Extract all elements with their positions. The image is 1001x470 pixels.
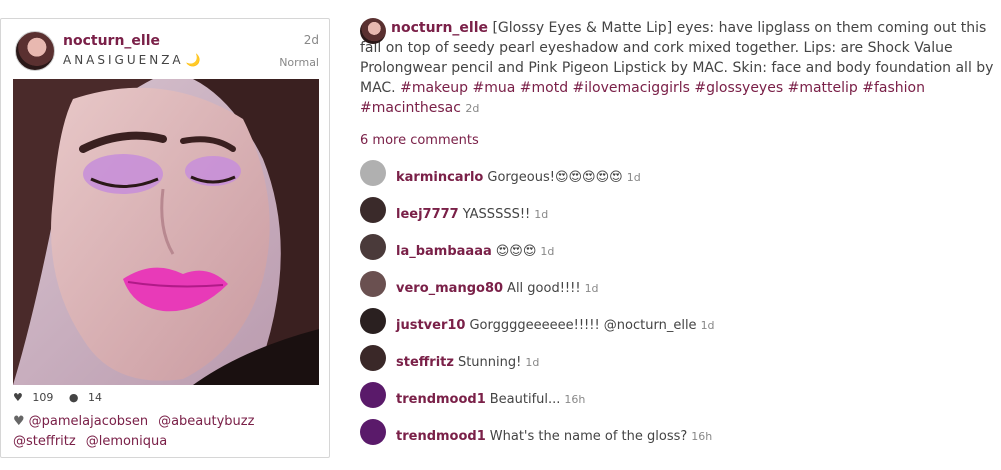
comment-time: 1d — [534, 208, 549, 221]
post-header: nocturn_elle ANASIGUENZA 🌙 2d Normal — [13, 29, 319, 73]
comment-item: leej7777 YASSSSS!! 1d — [360, 195, 996, 232]
caption-short-text: ANASIGUENZA — [63, 53, 184, 67]
comment-item: justver10 Gorggggeeeeee!!!!! @nocturn_ell… — [360, 306, 996, 343]
comment-text: What's the name of the gloss? — [489, 429, 688, 444]
heart-icon: ♥ — [13, 414, 25, 429]
hashtag-link[interactable]: #fashion — [862, 80, 925, 96]
avatar[interactable] — [360, 419, 386, 445]
avatar[interactable] — [360, 271, 386, 297]
likes-stat[interactable]: ♥ 109 — [13, 391, 59, 404]
post-caption-short: ANASIGUENZA 🌙 — [63, 53, 201, 67]
moon-icon: 🌙 — [185, 53, 201, 67]
comment-username[interactable]: trendmood1 — [396, 429, 486, 444]
comment-time: 1d — [540, 245, 555, 258]
comment-item: la_bambaaaa 😍😍😍 1d — [360, 232, 996, 269]
comment-time: 1d — [626, 171, 641, 184]
avatar[interactable] — [360, 382, 386, 408]
comment-text: Gorggggeeeeee!!!!! @nocturn_elle — [469, 318, 697, 333]
avatar[interactable] — [360, 234, 386, 260]
comment-text: 😍😍😍 — [495, 244, 537, 259]
comment-time: 1d — [584, 282, 599, 295]
comment-item: vero_mango80 All good!!!! 1d — [360, 269, 996, 306]
comment-username[interactable]: leej7777 — [396, 207, 459, 222]
tagged-user-link[interactable]: @lemoniqua — [86, 434, 168, 449]
comment-time: 1d — [525, 356, 540, 369]
comment-text: All good!!!! — [507, 281, 581, 296]
comment-item: trendmood1 What's the name of the gloss? 1… — [360, 417, 996, 454]
comment-item: trendmood1 Beautiful... 16h — [360, 380, 996, 417]
comments-count: 14 — [87, 391, 102, 404]
comments-panel: nocturn_elle [Glossy Eyes & Matte Lip] e… — [360, 18, 996, 454]
caption-time: 2d — [465, 102, 480, 115]
comment-time: 1d — [700, 319, 715, 332]
comment-text: Gorgeous!😍😍😍😍😍 — [487, 170, 623, 185]
comment-username[interactable]: karmincarlo — [396, 170, 483, 185]
hashtag-link[interactable]: #makeup — [400, 80, 468, 96]
post-time: 2d — [303, 33, 319, 47]
avatar[interactable] — [360, 308, 386, 334]
heart-icon: ♥ — [13, 391, 23, 404]
hashtag-link[interactable]: #mua — [472, 80, 515, 96]
portrait-image — [13, 79, 319, 385]
tagged-user-link[interactable]: @abeautybuzz — [158, 414, 254, 429]
comment-username[interactable]: trendmood1 — [396, 392, 486, 407]
tagged-user-link[interactable]: @steffritz — [13, 434, 76, 449]
likes-count: 109 — [32, 391, 54, 404]
comments-stat[interactable]: ● 14 — [69, 391, 108, 404]
avatar[interactable] — [15, 31, 55, 71]
hashtag-link[interactable]: #motd — [520, 80, 568, 96]
comment-time: 16h — [564, 393, 586, 406]
hashtag-link[interactable]: #ilovemaciggirls — [573, 80, 690, 96]
hashtag-link[interactable]: #macinthesac — [360, 100, 461, 116]
comment-bubble-icon: ● — [68, 391, 79, 404]
comment-text: Beautiful... — [489, 392, 561, 407]
post-photo[interactable] — [13, 79, 319, 385]
comment-username[interactable]: vero_mango80 — [396, 281, 503, 296]
comment-text: Stunning! — [457, 355, 522, 370]
hashtag-link[interactable]: #mattelip — [788, 80, 858, 96]
comment-username[interactable]: la_bambaaaa — [396, 244, 492, 259]
comment-item: steffritz Stunning! 1d — [360, 343, 996, 380]
comment-username[interactable]: steffritz — [396, 355, 454, 370]
comment-text: YASSSSS!! — [462, 207, 531, 222]
avatar[interactable] — [360, 160, 386, 186]
caption-block: nocturn_elle [Glossy Eyes & Matte Lip] e… — [360, 18, 996, 119]
comment-username[interactable]: justver10 — [396, 318, 465, 333]
avatar[interactable] — [360, 18, 386, 44]
caption-username[interactable]: nocturn_elle — [391, 20, 488, 36]
avatar[interactable] — [360, 345, 386, 371]
post-username[interactable]: nocturn_elle — [63, 33, 160, 49]
tagged-user-link[interactable]: @pamelajacobsen — [29, 414, 148, 429]
post-card: nocturn_elle ANASIGUENZA 🌙 2d Normal ♥ 1… — [0, 18, 330, 458]
comment-time: 16h — [691, 430, 713, 443]
comment-item: karmincarlo Gorgeous!😍😍😍😍😍 1d — [360, 158, 996, 195]
avatar[interactable] — [360, 197, 386, 223]
share-buttons — [12, 463, 150, 470]
more-comments-link[interactable]: 6 more comments — [360, 133, 996, 148]
caption-text: nocturn_elle [Glossy Eyes & Matte Lip] e… — [360, 18, 996, 119]
tagged-users: ♥ @pamelajacobsen @abeautybuzz @steffritz @… — [13, 412, 319, 452]
comment-list: karmincarlo Gorgeous!😍😍😍😍😍 1d leej7777 YASS… — [360, 158, 996, 454]
post-stats: ♥ 109 ● 14 — [13, 391, 114, 404]
hashtag-link[interactable]: #glossyeyes — [694, 80, 783, 96]
post-filter: Normal — [279, 56, 319, 69]
